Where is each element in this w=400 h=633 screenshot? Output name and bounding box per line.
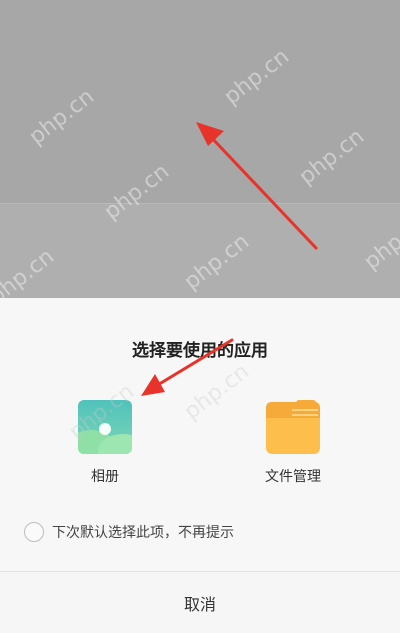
- cancel-button[interactable]: 取消: [0, 572, 400, 633]
- gallery-app-label: 相册: [91, 469, 119, 485]
- dimmed-background-top[interactable]: [0, 0, 400, 203]
- folder-icon[interactable]: [266, 400, 320, 454]
- app-chooser-sheet: 选择要使用的应用 相册 文件管理 下次默认选择此项，不再提示 取消: [0, 298, 400, 633]
- remember-choice-label: 下次默认选择此项，不再提示: [52, 525, 234, 541]
- dimmed-background-bottom[interactable]: [0, 203, 400, 298]
- background-divider: [0, 203, 400, 204]
- gallery-app-option[interactable]: 相册: [45, 400, 165, 490]
- photo-gallery-icon[interactable]: [78, 400, 132, 454]
- file-manager-app-label: 文件管理: [265, 469, 321, 485]
- remember-choice-row[interactable]: 下次默认选择此项，不再提示: [24, 520, 234, 544]
- file-manager-app-option[interactable]: 文件管理: [233, 400, 353, 490]
- remember-choice-checkbox[interactable]: [24, 522, 44, 542]
- dialog-title: 选择要使用的应用: [132, 341, 268, 361]
